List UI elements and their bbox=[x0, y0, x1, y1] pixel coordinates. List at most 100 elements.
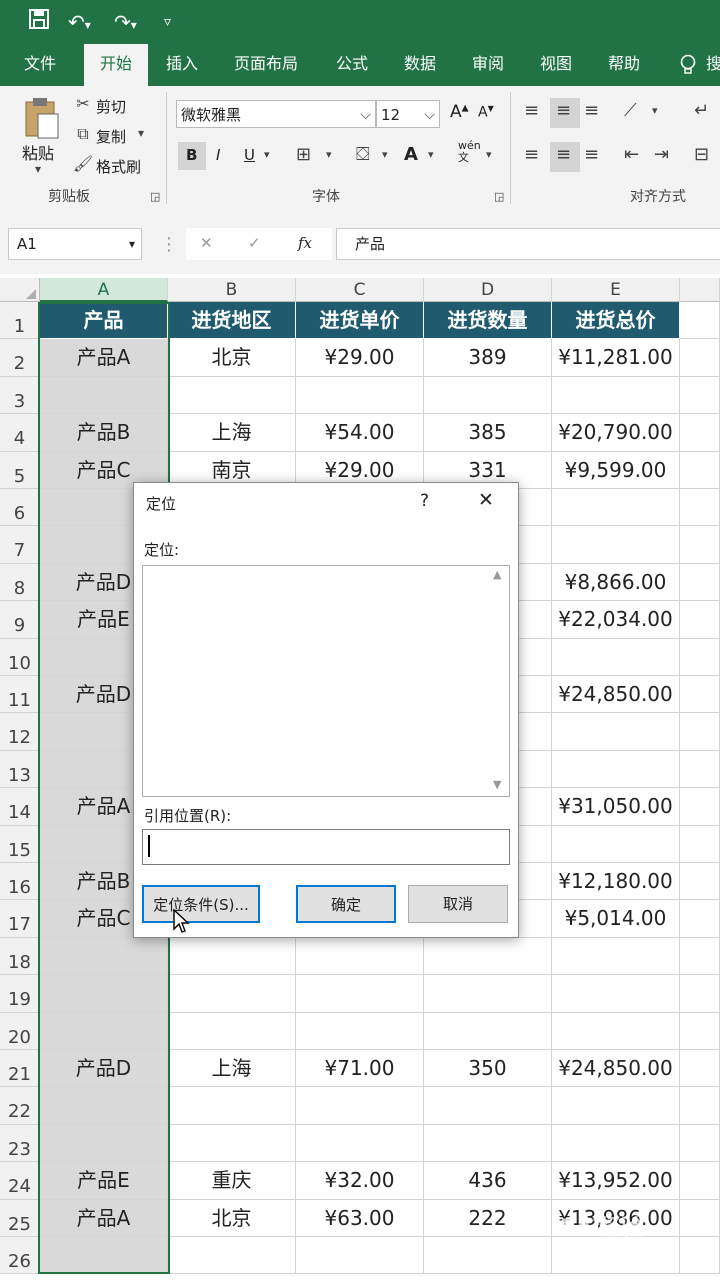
table-cell[interactable] bbox=[680, 975, 720, 1013]
reference-input[interactable] bbox=[142, 829, 510, 865]
header-cell[interactable]: 进货总价 bbox=[552, 302, 680, 340]
table-cell[interactable]: ¥11,281.00 bbox=[552, 339, 680, 377]
column-header-d[interactable]: D bbox=[424, 278, 552, 302]
table-cell[interactable] bbox=[680, 676, 720, 714]
row-header[interactable]: 21 bbox=[0, 1050, 40, 1088]
borders-icon[interactable]: ⊞ bbox=[296, 144, 311, 165]
table-cell[interactable]: 389 bbox=[424, 339, 552, 377]
align-left-icon[interactable]: ≡ bbox=[524, 144, 539, 165]
row-header[interactable]: 10 bbox=[0, 638, 40, 676]
table-cell[interactable] bbox=[680, 1162, 720, 1200]
table-cell[interactable] bbox=[552, 1087, 680, 1125]
row-header[interactable]: 24 bbox=[0, 1162, 40, 1200]
align-bottom-icon[interactable]: ≡ bbox=[584, 100, 599, 121]
row-header[interactable]: 22 bbox=[0, 1087, 40, 1125]
cut-button[interactable]: 剪切 bbox=[96, 96, 126, 117]
table-cell[interactable] bbox=[168, 937, 296, 976]
table-cell[interactable] bbox=[296, 937, 424, 976]
table-cell[interactable]: 北京 bbox=[168, 1199, 296, 1237]
table-cell[interactable] bbox=[680, 713, 720, 751]
scissors-icon[interactable]: ✂ bbox=[72, 94, 94, 113]
column-header-a[interactable]: A bbox=[40, 278, 168, 302]
table-cell[interactable] bbox=[680, 937, 720, 976]
italic-button[interactable]: I bbox=[216, 146, 220, 164]
table-cell[interactable]: ¥5,014.00 bbox=[552, 900, 680, 938]
merge-center-icon[interactable]: ⊟ bbox=[694, 144, 709, 165]
copy-icon[interactable]: ⧉ bbox=[72, 124, 94, 144]
row-header[interactable]: 25 bbox=[0, 1199, 40, 1237]
table-cell[interactable]: ¥32.00 bbox=[296, 1162, 424, 1200]
table-cell[interactable]: 产品A bbox=[40, 339, 168, 377]
row-header[interactable]: 1 bbox=[0, 302, 40, 340]
table-cell[interactable] bbox=[40, 937, 168, 976]
select-all-corner[interactable] bbox=[0, 278, 40, 302]
row-header[interactable]: 20 bbox=[0, 1012, 40, 1050]
underline-dropdown-icon[interactable]: ▾ bbox=[264, 148, 270, 161]
font-color-dropdown-icon[interactable]: ▾ bbox=[428, 148, 434, 161]
increase-indent-icon[interactable]: ⇥ bbox=[654, 144, 669, 165]
align-center-button[interactable]: ≡ bbox=[550, 142, 580, 172]
shrink-font-button[interactable]: A▼ bbox=[478, 104, 494, 121]
table-cell[interactable] bbox=[552, 750, 680, 789]
table-cell[interactable]: 产品D bbox=[40, 1050, 168, 1088]
scroll-up-icon[interactable]: ▲ bbox=[493, 568, 501, 581]
table-cell[interactable]: ¥31,050.00 bbox=[552, 788, 680, 826]
table-cell[interactable]: 产品A bbox=[40, 1199, 168, 1237]
orientation-dropdown-icon[interactable]: ▾ bbox=[652, 104, 658, 117]
row-header[interactable]: 5 bbox=[0, 451, 40, 489]
table-cell[interactable] bbox=[168, 1087, 296, 1125]
table-cell[interactable]: 436 bbox=[424, 1162, 552, 1200]
table-cell[interactable]: 重庆 bbox=[168, 1162, 296, 1200]
tab-view[interactable]: 视图 bbox=[526, 44, 586, 86]
table-cell[interactable] bbox=[680, 863, 720, 901]
table-cell[interactable]: 222 bbox=[424, 1199, 552, 1237]
table-cell[interactable] bbox=[552, 376, 680, 415]
table-cell[interactable]: ¥9,599.00 bbox=[552, 451, 680, 489]
tab-search[interactable]: 搜 bbox=[706, 44, 720, 86]
scroll-down-icon[interactable]: ▼ bbox=[493, 778, 501, 791]
bold-button[interactable]: B bbox=[178, 142, 206, 170]
row-header[interactable]: 23 bbox=[0, 1124, 40, 1163]
row-header[interactable]: 13 bbox=[0, 750, 40, 789]
table-cell[interactable] bbox=[40, 1124, 168, 1163]
table-cell[interactable] bbox=[552, 1237, 680, 1275]
table-cell[interactable] bbox=[552, 937, 680, 976]
phonetic-dropdown-icon[interactable]: ▾ bbox=[486, 148, 492, 161]
table-cell[interactable] bbox=[424, 1012, 552, 1050]
header-cell[interactable]: 进货地区 bbox=[168, 302, 296, 340]
row-header[interactable]: 9 bbox=[0, 601, 40, 639]
table-cell[interactable] bbox=[40, 975, 168, 1013]
row-header[interactable]: 8 bbox=[0, 563, 40, 602]
table-cell[interactable] bbox=[680, 1237, 720, 1275]
copy-dropdown-icon[interactable]: ▾ bbox=[138, 126, 144, 140]
decrease-indent-icon[interactable]: ⇤ bbox=[624, 144, 639, 165]
row-header[interactable]: 14 bbox=[0, 788, 40, 826]
header-cell[interactable]: 进货数量 bbox=[424, 302, 552, 340]
save-icon[interactable] bbox=[28, 8, 50, 36]
font-size-combo[interactable]: 12 ⌵ bbox=[376, 100, 440, 128]
table-cell[interactable] bbox=[296, 1087, 424, 1125]
header-cell[interactable]: 进货单价 bbox=[296, 302, 424, 340]
table-cell[interactable] bbox=[680, 1087, 720, 1125]
fill-color-icon[interactable]: ⛋ bbox=[356, 144, 370, 165]
table-cell[interactable]: 北京 bbox=[168, 339, 296, 377]
wrap-text-icon[interactable]: ↵ bbox=[694, 100, 709, 121]
format-painter-icon[interactable]: 🖌 bbox=[72, 154, 94, 173]
table-cell[interactable] bbox=[680, 563, 720, 602]
table-cell[interactable] bbox=[424, 1124, 552, 1163]
table-cell[interactable] bbox=[680, 825, 720, 863]
table-cell[interactable] bbox=[680, 1199, 720, 1237]
goto-list[interactable]: ▲ ▼ bbox=[142, 565, 510, 797]
table-cell[interactable]: 385 bbox=[424, 414, 552, 452]
font-launcher-icon[interactable]: ◲ bbox=[494, 190, 504, 203]
tab-review[interactable]: 审阅 bbox=[458, 44, 518, 86]
table-cell[interactable] bbox=[424, 1237, 552, 1275]
table-cell[interactable] bbox=[296, 1237, 424, 1275]
table-cell[interactable] bbox=[680, 376, 720, 415]
tab-file[interactable]: 文件 bbox=[10, 44, 70, 86]
table-cell[interactable] bbox=[296, 975, 424, 1013]
table-cell[interactable] bbox=[296, 1012, 424, 1050]
table-cell[interactable] bbox=[680, 489, 720, 527]
table-cell[interactable] bbox=[552, 489, 680, 527]
table-cell[interactable]: ¥8,866.00 bbox=[552, 563, 680, 602]
